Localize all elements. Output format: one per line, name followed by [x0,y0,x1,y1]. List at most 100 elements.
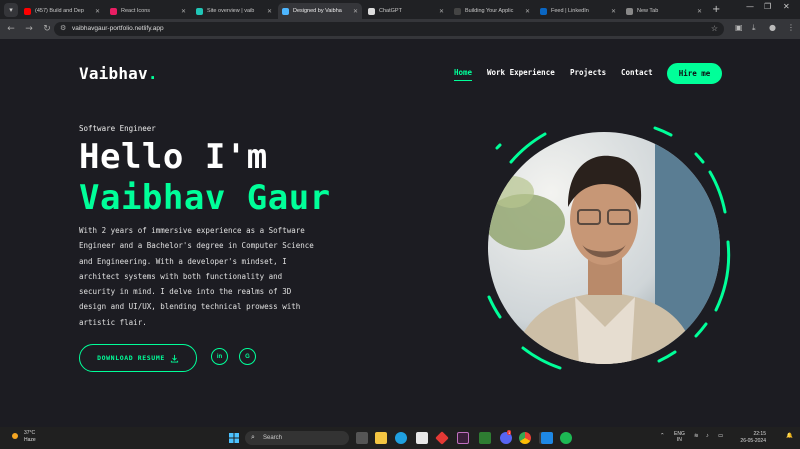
notification-bell-icon[interactable]: 🔔 [786,433,793,439]
nvidia-icon[interactable] [479,432,491,444]
tab-favicon-icon [282,7,289,15]
battery-icon[interactable]: ▭ [718,433,723,439]
tab-close-icon[interactable]: ✕ [439,8,444,15]
github-icon[interactable]: G [239,348,256,365]
weather-widget[interactable]: 37°C Haze [10,430,36,444]
nav-work-experience[interactable]: Work Experience [487,68,555,77]
tab-label: New Tab [637,8,659,14]
tab-label: Designed by Vaibha [293,8,342,14]
spotify-icon[interactable] [560,432,572,444]
new-tab-button[interactable]: + [712,4,720,15]
linkedin-icon[interactable]: in [211,348,228,365]
tab-close-icon[interactable]: ✕ [267,8,272,15]
edge-icon[interactable] [395,432,407,444]
chrome-icon[interactable] [519,432,531,444]
browser-tab[interactable]: New Tab ✕ [622,3,706,19]
vscode-icon[interactable] [541,432,553,444]
intro-line: artistic flair. [79,317,147,327]
profile-avatar[interactable]: ● [769,23,776,32]
nav-contact[interactable]: Contact [621,68,653,77]
profile-photo-frame [470,112,740,382]
tab-close-icon[interactable]: ✕ [353,8,358,15]
browser-tab-strip: ▾ (457) Build and Dep ✕ React Icons ✕ Site o… [0,0,800,19]
tab-label: Site overview | vaib [207,8,255,14]
intro-paragraph: With 2 years of immersive experience as … [79,223,327,330]
tab-close-icon[interactable]: ✕ [181,8,186,15]
weather-desc: Haze [24,437,36,443]
app-icon-red[interactable] [435,431,449,445]
search-icon: ⌕ [251,434,255,441]
intro-line: security in mind. I delve into the realm… [79,287,292,297]
store-icon[interactable] [416,432,428,444]
tab-label: Feed | LinkedIn [551,8,589,14]
language-indicator[interactable]: ENG IN [674,431,685,443]
tab-favicon-icon [540,7,547,15]
search-placeholder: Search [263,435,283,441]
tab-close-icon[interactable]: ✕ [525,8,530,15]
tab-label: Building Your Applic [465,8,514,14]
close-window-icon[interactable]: ✕ [783,2,790,11]
address-bar-row: ← → ↻ ⚙ vaibhavgaur-portfolio.netlify.ap… [0,19,800,39]
url-field[interactable]: ⚙ vaibhavgaur-portfolio.netlify.app ☆ [54,22,724,36]
browser-tab[interactable]: Feed | LinkedIn ✕ [536,3,620,19]
tab-label: ChatGPT [379,8,402,14]
menu-icon[interactable]: ⋮ [787,23,795,32]
wifi-icon[interactable]: ≋ [694,433,699,439]
tab-search-button[interactable]: ▾ [4,2,18,17]
download-icon [170,354,178,363]
tab-close-icon[interactable]: ✕ [95,8,100,15]
site-logo[interactable]: Vaibhav. [79,64,158,83]
tab-favicon-icon [454,7,461,15]
browser-tab[interactable]: Designed by Vaibha ✕ [278,3,362,19]
weather-sun-icon [12,433,18,439]
browser-tab[interactable]: ChatGPT ✕ [364,3,448,19]
file-explorer-icon[interactable] [375,432,387,444]
url-text: vaibhavgaur-portfolio.netlify.app [72,25,164,32]
greeting-heading: Hello I'm [79,137,268,177]
browser-tab[interactable]: React Icons ✕ [106,3,190,19]
tray-chevron-icon[interactable]: ⌃ [660,433,665,439]
logo-dot: . [147,64,158,83]
tab-label: (457) Build and Dep [35,8,84,14]
tab-favicon-icon [110,7,117,15]
download-resume-button[interactable]: DOWNLOAD RESUME [79,344,197,372]
system-clock[interactable]: 22:15 26-05-2024 [730,431,766,445]
tab-favicon-icon [24,7,31,15]
volume-icon[interactable]: ♪ [706,433,709,439]
tab-list: (457) Build and Dep ✕ React Icons ✕ Site ove… [18,0,706,19]
intro-line: design and UI/UX, blending technical pro… [79,302,301,312]
tab-favicon-icon [626,7,633,15]
minimize-icon[interactable]: — [746,2,754,11]
clock-date: 26-05-2024 [740,438,766,444]
forward-icon[interactable]: → [20,24,38,34]
task-view-icon[interactable] [356,432,368,444]
nav-projects[interactable]: Projects [570,68,606,77]
role-label: Software Engineer [79,124,156,133]
cast-icon[interactable]: ▣ [735,23,743,32]
hire-me-button[interactable]: Hire me [667,63,722,84]
tab-favicon-icon [368,7,375,15]
clock-time: 22:15 [753,431,766,437]
name-heading: Vaibhav Gaur [79,178,331,218]
tab-label: React Icons [121,8,151,14]
bookmark-star-icon[interactable]: ☆ [711,22,718,36]
back-icon[interactable]: ← [2,24,20,34]
tab-close-icon[interactable]: ✕ [611,8,616,15]
photo-image [488,132,720,364]
browser-tab[interactable]: (457) Build and Dep ✕ [20,3,104,19]
portfolio-page: Vaibhav. Home Work Experience Projects C… [0,39,800,427]
intro-line: and Engineering. With a developer's mind… [79,256,287,266]
windows-start-icon[interactable] [228,432,240,444]
download-icon[interactable]: ⤓ [752,23,756,33]
nav-home[interactable]: Home [454,68,473,81]
site-info-icon[interactable]: ⚙ [60,22,66,36]
intro-line: architect systems with both functionalit… [79,271,283,281]
intro-line: With 2 years of immersive experience as … [79,226,305,235]
browser-tab[interactable]: Site overview | vaib ✕ [192,3,276,19]
taskbar-search-box[interactable]: ⌕ Search [245,431,349,445]
tab-close-icon[interactable]: ✕ [697,8,702,15]
maximize-icon[interactable]: ❐ [764,2,771,11]
app-icon-purple[interactable] [457,432,469,444]
browser-tab[interactable]: Building Your Applic ✕ [450,3,534,19]
logo-text: Vaibhav [79,64,148,83]
